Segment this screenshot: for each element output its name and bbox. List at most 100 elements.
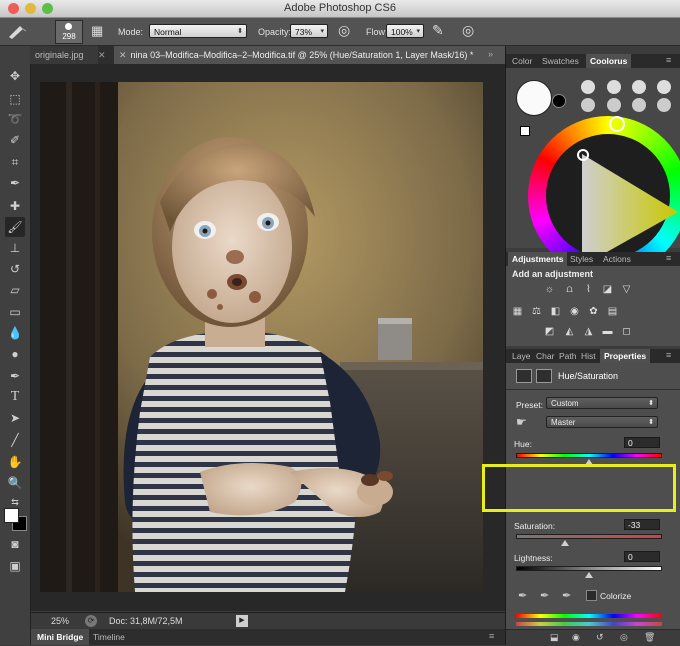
exposure-icon[interactable]: ◪ — [602, 284, 613, 295]
history-brush-tool-icon[interactable]: ↺ — [5, 259, 25, 279]
clip-to-layer-icon[interactable]: ⬓ — [550, 632, 559, 643]
selective-color-icon[interactable]: ◻ — [621, 326, 632, 337]
levels-icon[interactable]: ⩍ — [564, 284, 575, 295]
pen-tool-icon[interactable]: ✒ — [5, 366, 25, 386]
tab-history[interactable]: Hist — [577, 349, 600, 363]
quick-mask-icon[interactable]: ◙ — [5, 534, 25, 554]
brush-preset-picker[interactable]: 298 — [55, 20, 83, 44]
lasso-tool-icon[interactable]: ➰ — [5, 109, 25, 129]
secondary-color-swatch[interactable] — [552, 94, 566, 108]
zoom-tool-icon[interactable]: 🔍 — [5, 473, 25, 493]
eyedropper-plus-icon[interactable]: ✒ — [540, 589, 549, 602]
tab-styles[interactable]: Styles — [566, 252, 597, 266]
brush-panel-toggle-icon[interactable]: ▦ — [91, 23, 103, 39]
color-mode-icon-1[interactable] — [581, 80, 595, 94]
pressure-opacity-icon[interactable]: ◎ — [338, 22, 350, 39]
color-mode-icon-8[interactable] — [657, 98, 671, 112]
channel-mixer-icon[interactable]: ✿ — [588, 306, 599, 317]
airbrush-icon[interactable]: ✎ — [432, 22, 444, 39]
lightness-slider-thumb[interactable] — [585, 572, 593, 578]
screen-mode-icon[interactable]: ▣ — [5, 556, 25, 576]
tab-coolorus[interactable]: Coolorus — [586, 54, 632, 68]
adjustment-layer-icon[interactable] — [516, 369, 532, 383]
tab-properties[interactable]: Properties — [600, 349, 651, 363]
blur-tool-icon[interactable]: 💧 — [5, 323, 25, 343]
visibility-icon[interactable]: ◎ — [620, 632, 628, 643]
gradient-tool-icon[interactable]: ▭ — [5, 302, 25, 322]
hue-saturation-icon[interactable]: ▦ — [512, 306, 523, 317]
panel-collapse-icon[interactable]: » — [488, 49, 493, 59]
black-white-icon[interactable]: ◧ — [550, 306, 561, 317]
hand-tool-icon[interactable]: ✋ — [5, 452, 25, 472]
hue-marker[interactable] — [609, 116, 625, 132]
dodge-tool-icon[interactable]: ● — [5, 344, 25, 364]
color-mode-icon-2[interactable] — [607, 80, 621, 94]
colorize-checkbox[interactable] — [586, 590, 597, 601]
hue-slider-track[interactable] — [516, 453, 662, 458]
quick-selection-tool-icon[interactable]: ✐ — [5, 130, 25, 150]
gradient-map-icon[interactable]: ▬ — [602, 326, 613, 337]
tab-active-document[interactable]: ✕ nina 03–Modifica–Modifica–2–Modifica.ti… — [114, 46, 505, 64]
color-mode-icon-7[interactable] — [632, 98, 646, 112]
view-previous-icon[interactable]: ◉ — [572, 632, 580, 643]
curves-icon[interactable]: ⌇ — [583, 284, 594, 295]
tab-timeline[interactable]: Timeline — [89, 629, 129, 645]
tab-swatches[interactable]: Swatches — [538, 54, 583, 68]
color-balance-icon[interactable]: ⚖ — [531, 306, 542, 317]
document-image[interactable] — [40, 82, 483, 592]
color-mode-icon-5[interactable] — [581, 98, 595, 112]
saturation-slider-thumb[interactable] — [560, 540, 569, 546]
tab-close-icon[interactable]: ✕ — [119, 50, 127, 60]
current-color-swatch[interactable] — [516, 80, 552, 116]
foreground-color-swatch[interactable] — [4, 508, 19, 523]
triangle-marker[interactable] — [577, 149, 589, 161]
eyedropper-minus-icon[interactable]: ✒ — [562, 589, 571, 602]
path-selection-tool-icon[interactable]: ➤ — [5, 408, 25, 428]
targeted-adjustment-hand-icon[interactable]: ☛ — [516, 415, 527, 429]
color-mode-icon-4[interactable] — [657, 80, 671, 94]
preset-dropdown[interactable]: Custom ⬍ — [546, 397, 658, 409]
tab-color[interactable]: Color — [508, 54, 536, 68]
brightness-contrast-icon[interactable]: ☼ — [544, 284, 555, 295]
panel-menu-icon[interactable]: ≡ — [666, 253, 671, 263]
lightness-slider-track[interactable] — [516, 566, 662, 571]
crop-tool-icon[interactable]: ⌗ — [5, 152, 25, 172]
brush-tool-selected-icon[interactable]: 🖌 — [5, 217, 25, 237]
opacity-field[interactable]: 73% ▾ — [290, 24, 328, 38]
clone-stamp-tool-icon[interactable]: ⊥ — [5, 238, 25, 258]
posterize-icon[interactable]: ◭ — [564, 326, 575, 337]
invert-icon[interactable]: ◩ — [544, 326, 555, 337]
pressure-size-icon[interactable]: ◎ — [462, 22, 474, 39]
mode-dropdown[interactable]: Normal ⬍ — [149, 24, 247, 38]
eyedropper-tool-icon[interactable]: ✒ — [5, 173, 25, 193]
status-menu-arrow-icon[interactable]: ▶ — [236, 615, 248, 627]
tab-adjustments[interactable]: Adjustments — [508, 252, 568, 266]
canvas-area[interactable] — [31, 64, 505, 611]
zoom-level[interactable]: 25% — [51, 616, 69, 626]
tab-layers[interactable]: Laye — [508, 349, 534, 363]
trash-icon[interactable]: 🗑 — [644, 632, 655, 643]
marquee-tool-icon[interactable]: ⬚ — [5, 89, 25, 109]
hue-input[interactable]: 0 — [624, 437, 660, 448]
tab-close-icon[interactable]: ✕ — [98, 50, 106, 61]
move-tool-icon[interactable]: ✥ — [5, 66, 25, 86]
flow-field[interactable]: 100% ▾ — [386, 24, 424, 38]
photo-filter-icon[interactable]: ◉ — [569, 306, 580, 317]
eyedropper-icon[interactable]: ✒ — [518, 589, 527, 602]
eraser-tool-icon[interactable]: ▱ — [5, 280, 25, 300]
line-tool-icon[interactable]: ╱ — [5, 430, 25, 450]
type-tool-icon[interactable]: T — [5, 387, 25, 407]
channel-dropdown[interactable]: Master ⬍ — [546, 416, 658, 428]
saturation-input[interactable]: -33 — [624, 519, 660, 530]
color-lookup-icon[interactable]: ▤ — [607, 306, 618, 317]
panel-menu-icon[interactable]: ≡ — [666, 350, 671, 360]
brush-tool-icon[interactable] — [6, 22, 28, 43]
threshold-icon[interactable]: ◮ — [583, 326, 594, 337]
tab-originale[interactable]: originale.jpg — [30, 46, 98, 64]
lightness-input[interactable]: 0 — [624, 551, 660, 562]
vibrance-icon[interactable]: ▽ — [621, 284, 632, 295]
spot-healing-tool-icon[interactable]: ✚ — [5, 196, 25, 216]
color-mode-icon-3[interactable] — [632, 80, 646, 94]
layer-mask-icon[interactable] — [536, 369, 552, 383]
saturation-slider-track[interactable] — [516, 534, 662, 539]
